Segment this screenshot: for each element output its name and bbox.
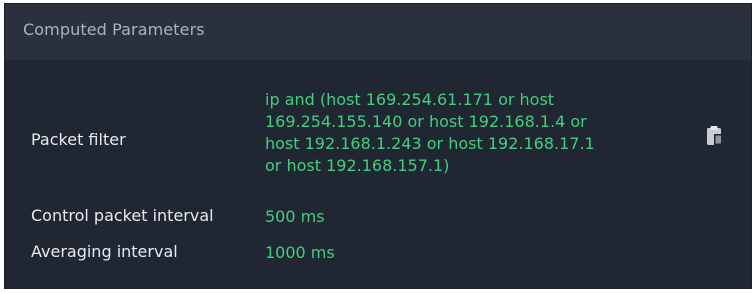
clipboard-icon: [707, 126, 722, 145]
packet-filter-line: 169.254.155.140 or host 192.168.1.4 or: [265, 112, 587, 131]
packet-filter-row: Packet filter ip and (host 169.254.61.17…: [5, 87, 751, 187]
computed-parameters-panel: Computed Parameters Packet filter ip and…: [4, 3, 752, 289]
packet-filter-label: Packet filter: [31, 130, 126, 149]
packet-filter-line: or host 192.168.157.1): [265, 156, 450, 175]
averaging-interval-label: Averaging interval: [31, 242, 178, 261]
averaging-interval-value[interactable]: 1000 ms: [265, 242, 335, 264]
packet-filter-value[interactable]: ip and (host 169.254.61.171 or host 169.…: [265, 89, 685, 177]
panel-title: Computed Parameters: [5, 4, 751, 61]
control-packet-interval-row: Control packet interval 500 ms: [5, 204, 751, 234]
packet-filter-line: ip and (host 169.254.61.171 or host: [265, 90, 555, 109]
averaging-interval-row: Averaging interval 1000 ms: [5, 240, 751, 270]
control-packet-interval-value[interactable]: 500 ms: [265, 206, 325, 228]
control-packet-interval-label: Control packet interval: [31, 206, 214, 225]
packet-filter-line: host 192.168.1.243 or host 192.168.17.1: [265, 134, 595, 153]
copy-filter-button[interactable]: [705, 124, 725, 148]
